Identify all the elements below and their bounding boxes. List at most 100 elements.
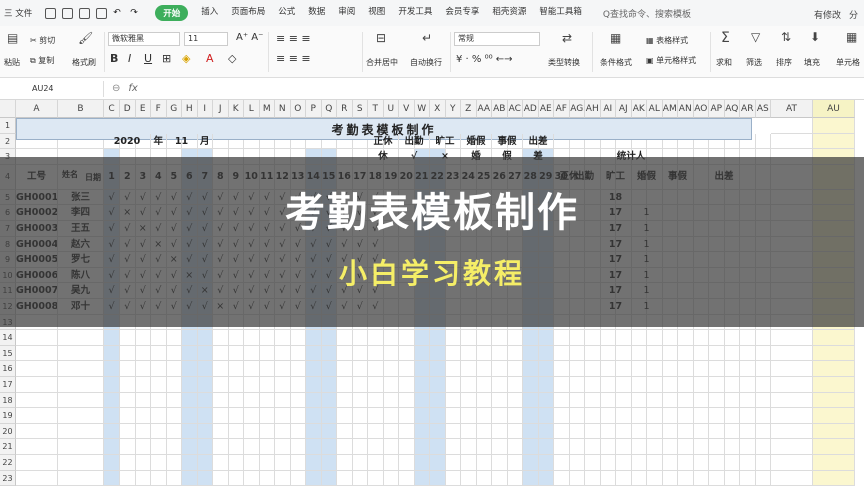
grid-cell[interactable]	[306, 345, 322, 362]
column-header[interactable]: AH	[585, 100, 601, 118]
grid-cell[interactable]	[771, 423, 813, 440]
grid-cell[interactable]	[337, 423, 353, 440]
column-header[interactable]: AQ	[724, 100, 740, 118]
column-header[interactable]: R	[337, 100, 353, 118]
row-header[interactable]: 20	[0, 423, 16, 440]
grid-cell[interactable]	[414, 345, 430, 362]
grid-cell[interactable]	[104, 408, 120, 424]
grid-cell[interactable]	[693, 470, 709, 486]
grid-cell[interactable]	[600, 408, 616, 424]
tab-2[interactable]: 页面布局	[231, 5, 265, 21]
grid-cell[interactable]	[476, 392, 492, 409]
grid-cell[interactable]	[368, 345, 384, 362]
year-label[interactable]: 年	[151, 133, 167, 150]
grid-cell[interactable]	[631, 361, 647, 377]
grid-cell[interactable]	[693, 392, 709, 409]
column-header[interactable]: AU	[813, 100, 855, 118]
sum-icon[interactable]: Σ	[721, 30, 730, 46]
grid-cell[interactable]	[476, 454, 492, 471]
grid-cell[interactable]	[228, 330, 244, 346]
grid-cell[interactable]	[740, 470, 756, 486]
grid-cell[interactable]	[523, 423, 539, 440]
grid-cell[interactable]	[337, 439, 353, 455]
grid-cell[interactable]	[647, 423, 663, 440]
grid-cell[interactable]	[182, 408, 198, 424]
grid-cell[interactable]	[58, 345, 104, 362]
grid-cell[interactable]	[58, 439, 104, 455]
grid-cell[interactable]	[507, 470, 523, 486]
grid-cell[interactable]	[569, 330, 585, 346]
filter-button[interactable]: 筛选	[746, 57, 762, 68]
grid-cell[interactable]	[507, 361, 523, 377]
grid-cell[interactable]	[430, 454, 446, 471]
grid-cell[interactable]	[600, 423, 616, 440]
grid-cell[interactable]	[430, 470, 446, 486]
grid-cell[interactable]	[600, 454, 616, 471]
grid-cell[interactable]	[275, 423, 291, 440]
grid-cell[interactable]	[213, 376, 229, 393]
grid-cell[interactable]	[678, 376, 694, 393]
border-icon[interactable]: ⊞	[162, 52, 171, 65]
legend-name[interactable]: 出差	[523, 133, 554, 150]
grid-cell[interactable]	[244, 345, 260, 362]
grid-cell[interactable]	[523, 392, 539, 409]
grid-cell[interactable]	[399, 376, 415, 393]
column-header[interactable]: AB	[492, 100, 508, 118]
grid-cell[interactable]	[631, 454, 647, 471]
grid-cell[interactable]	[492, 376, 508, 393]
grid-cell[interactable]	[16, 408, 58, 424]
grid-cell[interactable]	[523, 470, 539, 486]
print-icon[interactable]	[79, 7, 91, 19]
grid-cell[interactable]	[813, 408, 855, 424]
grid-cell[interactable]	[228, 470, 244, 486]
grid-cell[interactable]	[58, 454, 104, 471]
grid-cell[interactable]	[693, 376, 709, 393]
column-header[interactable]: X	[430, 100, 446, 118]
grid-cell[interactable]	[151, 470, 167, 486]
grid-cell[interactable]	[306, 454, 322, 471]
grid-cell[interactable]	[585, 330, 601, 346]
row-header[interactable]: 1	[0, 118, 16, 134]
grid-cell[interactable]	[352, 376, 368, 393]
grid-cell[interactable]	[771, 118, 813, 134]
grid-cell[interactable]	[813, 361, 855, 377]
grid-cell[interactable]	[244, 376, 260, 393]
column-header[interactable]: M	[259, 100, 275, 118]
column-header[interactable]: AC	[507, 100, 523, 118]
grid-cell[interactable]	[151, 345, 167, 362]
row-header[interactable]: 23	[0, 470, 16, 486]
grid-cell[interactable]	[430, 392, 446, 409]
grid-cell[interactable]	[228, 408, 244, 424]
grid-cell[interactable]	[813, 133, 855, 150]
grid-cell[interactable]	[662, 470, 678, 486]
column-header[interactable]: T	[368, 100, 384, 118]
grid-cell[interactable]	[228, 423, 244, 440]
row-header[interactable]: 15	[0, 345, 16, 362]
grid-cell[interactable]	[662, 439, 678, 455]
table-style-button[interactable]: ▦ 表格样式	[646, 35, 688, 46]
grid-cell[interactable]	[678, 345, 694, 362]
grid-cell[interactable]	[399, 439, 415, 455]
column-header[interactable]: AN	[678, 100, 694, 118]
column-header[interactable]: U	[383, 100, 399, 118]
grid-cell[interactable]	[120, 376, 136, 393]
grid-cell[interactable]	[58, 330, 104, 346]
copy-button[interactable]: ⧉ 复制	[30, 55, 54, 66]
share-button[interactable]: 分	[849, 8, 858, 21]
grid-cell[interactable]	[135, 330, 151, 346]
grid-cell[interactable]	[16, 439, 58, 455]
grid-cell[interactable]	[104, 439, 120, 455]
grid-cell[interactable]	[151, 408, 167, 424]
grid-cell[interactable]	[569, 454, 585, 471]
undo-icon[interactable]: ↶	[113, 8, 124, 19]
grid-cell[interactable]	[755, 470, 771, 486]
grid-cell[interactable]	[476, 345, 492, 362]
grid-cell[interactable]	[290, 408, 306, 424]
grid-cell[interactable]	[755, 376, 771, 393]
grid-cell[interactable]	[678, 408, 694, 424]
grid-cell[interactable]	[430, 376, 446, 393]
row-header[interactable]: 17	[0, 376, 16, 393]
grid-cell[interactable]	[693, 345, 709, 362]
grid-cell[interactable]	[414, 423, 430, 440]
grid-cell[interactable]	[321, 345, 337, 362]
